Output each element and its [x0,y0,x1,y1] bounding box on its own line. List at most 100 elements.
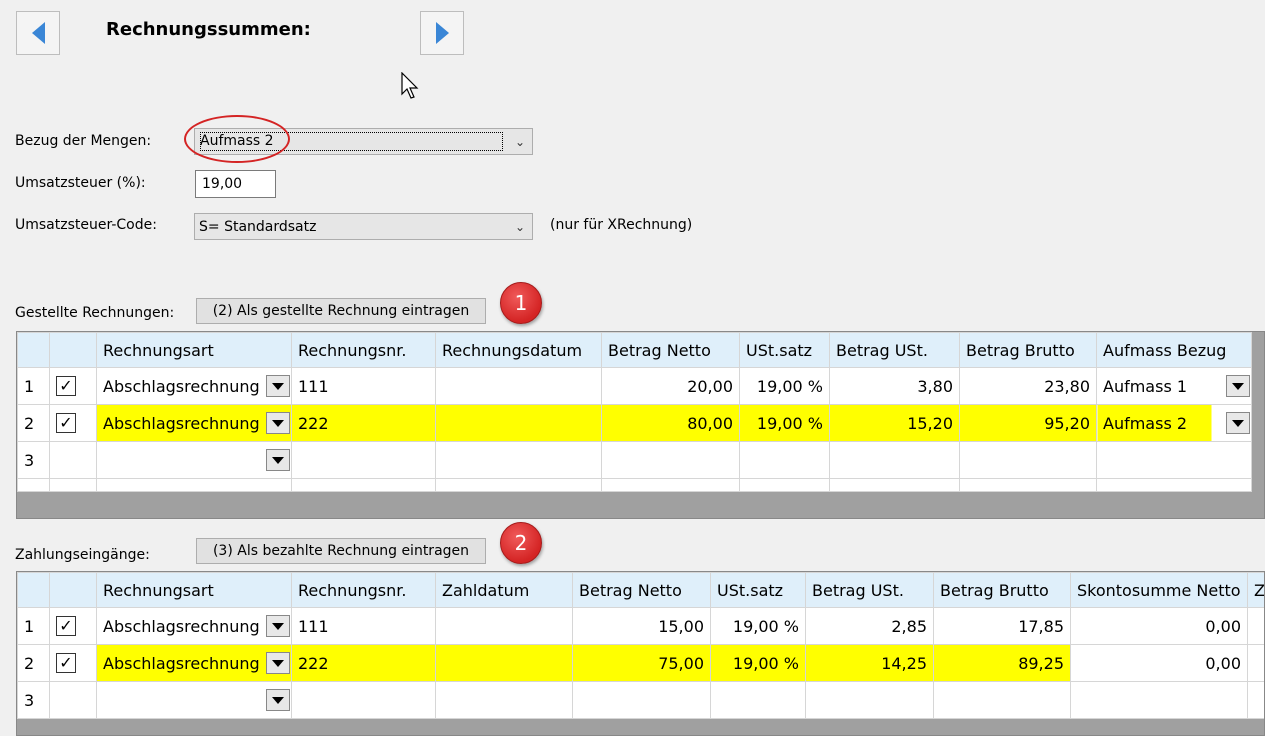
dropdown-arrow-icon[interactable] [266,615,290,637]
column-header[interactable]: Betrag USt. [805,572,934,608]
previous-button[interactable] [16,11,60,55]
column-header[interactable]: Rechnungsart [96,572,292,608]
chevron-down-icon[interactable]: ⌄ [508,220,532,234]
next-button[interactable] [420,11,464,55]
brutto-cell[interactable]: 23,80 [959,367,1097,405]
row-checkbox-cell[interactable] [49,441,97,479]
ust-cell[interactable]: 14,25 [805,644,934,682]
ust-code-select[interactable]: S= Standardsatz ⌄ [194,213,533,240]
ust-input[interactable]: 19,00 [195,170,276,198]
rechnungsnr-cell[interactable]: 111 [291,367,436,405]
column-header[interactable]: Rechnungsnr. [291,332,436,368]
aufmass-bezug-cell[interactable]: Aufmass 1 [1096,367,1252,405]
brutto-cell[interactable]: 17,85 [933,607,1071,645]
dropdown-arrow-icon[interactable] [266,689,290,711]
checkbox-checked-icon[interactable]: ✓ [56,376,76,397]
row-checkbox-cell[interactable]: ✓ [49,644,97,682]
zahldatum-cell[interactable] [435,607,573,645]
column-header[interactable]: Rechnungsart [96,332,292,368]
checkbox-checked-icon[interactable]: ✓ [56,413,76,434]
skonto-cell[interactable]: 0,00 [1070,607,1248,645]
column-header[interactable]: Betrag USt. [829,332,960,368]
dropdown-arrow-icon[interactable] [1226,412,1250,434]
column-header[interactable]: Betrag Netto [601,332,740,368]
ust-satz-cell[interactable]: 19,00 % [739,404,830,442]
rechnungsnr-cell[interactable]: 222 [291,644,436,682]
chevron-down-icon[interactable]: ⌄ [508,135,532,149]
ust-satz-cell[interactable] [739,441,830,479]
dropdown-arrow-icon[interactable] [266,449,290,471]
ust-cell[interactable]: 2,85 [805,607,934,645]
rechnungsart-cell[interactable]: Abschlagsrechnung [96,644,292,682]
column-header[interactable]: Skontosumme Netto [1070,572,1248,608]
skonto-cell[interactable]: 0,00 [1070,644,1248,682]
column-header[interactable]: USt.satz [739,332,830,368]
payments-grid[interactable]: Rechnungsart Rechnungsnr. Zahldatum Betr… [16,571,1265,736]
table-row[interactable]: 1 ✓ Abschlagsrechnung 111 20,00 19,00 % … [17,367,1252,405]
netto-cell[interactable]: 15,00 [572,607,711,645]
rechnungsart-cell[interactable]: Abschlagsrechnung [96,404,292,442]
extra-cell[interactable] [1247,644,1264,682]
checkbox-checked-icon[interactable]: ✓ [56,616,76,637]
rechnungsdatum-cell[interactable] [435,404,602,442]
column-header[interactable]: Rechnungsdatum [435,332,602,368]
ust-satz-cell[interactable] [710,681,806,719]
column-header[interactable]: Betrag Brutto [933,572,1071,608]
zahldatum-cell[interactable] [435,681,573,719]
ust-satz-cell[interactable]: 19,00 % [739,367,830,405]
ust-satz-cell[interactable]: 19,00 % [710,644,806,682]
rechnungsart-cell[interactable]: Abschlagsrechnung [96,367,292,405]
netto-cell[interactable]: 80,00 [601,404,740,442]
rechnungsdatum-cell[interactable] [435,367,602,405]
column-header[interactable]: USt.satz [710,572,806,608]
extra-cell[interactable] [1247,607,1264,645]
ust-cell[interactable] [805,681,934,719]
dropdown-arrow-icon[interactable] [1226,375,1250,397]
rechnungsart-cell[interactable] [96,681,292,719]
column-header[interactable]: Betrag Netto [572,572,711,608]
row-checkbox-cell[interactable]: ✓ [49,404,97,442]
ust-cell[interactable]: 15,20 [829,404,960,442]
column-header[interactable]: Rechnungsnr. [291,572,436,608]
zahldatum-cell[interactable] [435,644,573,682]
brutto-cell[interactable]: 89,25 [933,644,1071,682]
ust-satz-cell[interactable]: 19,00 % [710,607,806,645]
add-payment-button[interactable]: (3) Als bezahlte Rechnung eintragen [196,538,486,564]
aufmass-bezug-cell[interactable]: Aufmass 2 [1096,404,1252,442]
dropdown-arrow-icon[interactable] [266,652,290,674]
table-row[interactable]: 2 ✓ Abschlagsrechnung 222 75,00 19,00 % … [17,644,1264,682]
checkbox-checked-icon[interactable]: ✓ [56,653,76,674]
row-checkbox-cell[interactable]: ✓ [49,367,97,405]
rechnungsdatum-cell[interactable] [435,441,602,479]
extra-cell[interactable] [1247,681,1264,719]
rechnungsnr-cell[interactable] [291,441,436,479]
rechnungsnr-cell[interactable] [291,681,436,719]
netto-cell[interactable] [601,441,740,479]
rechnungsnr-cell[interactable]: 111 [291,607,436,645]
dropdown-arrow-icon[interactable] [266,375,290,397]
table-row[interactable]: 2 ✓ Abschlagsrechnung 222 80,00 19,00 % … [17,404,1252,442]
ust-cell[interactable]: 3,80 [829,367,960,405]
skonto-cell[interactable] [1070,681,1248,719]
table-row[interactable]: 3 [17,681,1264,719]
table-row[interactable]: 3 [17,441,1252,479]
netto-cell[interactable]: 75,00 [572,644,711,682]
column-header[interactable]: Zahldatum [435,572,573,608]
rechnungsart-cell[interactable] [96,441,292,479]
column-header[interactable]: Aufmass Bezug [1096,332,1252,368]
dropdown-arrow-icon[interactable] [266,412,290,434]
rechnungsart-cell[interactable]: Abschlagsrechnung [96,607,292,645]
brutto-cell[interactable] [933,681,1071,719]
add-invoice-button[interactable]: (2) Als gestellte Rechnung eintragen [196,298,486,324]
table-row[interactable]: 1 ✓ Abschlagsrechnung 111 15,00 19,00 % … [17,607,1264,645]
netto-cell[interactable] [572,681,711,719]
netto-cell[interactable]: 20,00 [601,367,740,405]
row-checkbox-cell[interactable]: ✓ [49,607,97,645]
brutto-cell[interactable] [959,441,1097,479]
invoices-grid[interactable]: Rechnungsart Rechnungsnr. Rechnungsdatum… [16,331,1265,519]
rechnungsnr-cell[interactable]: 222 [291,404,436,442]
aufmass-bezug-cell[interactable] [1096,441,1252,479]
brutto-cell[interactable]: 95,20 [959,404,1097,442]
column-header[interactable]: Betrag Brutto [959,332,1097,368]
column-header[interactable]: Z [1247,572,1264,608]
